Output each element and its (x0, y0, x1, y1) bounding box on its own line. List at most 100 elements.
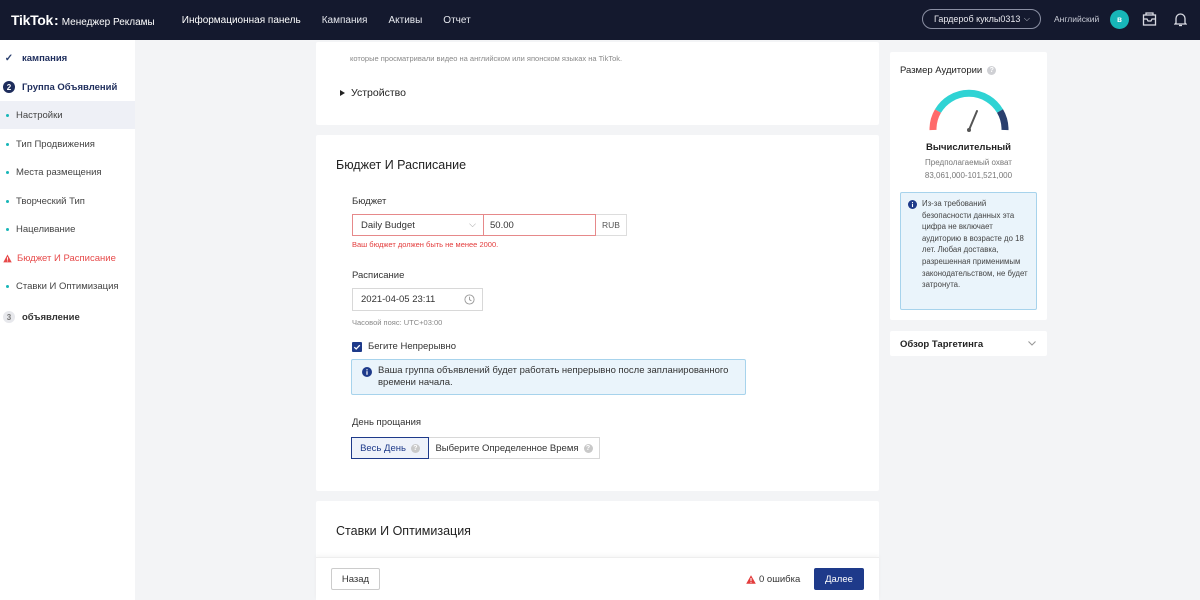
continuous-info-box: Ваша группа объявлений будет работать не… (351, 359, 746, 395)
continuous-info-text: Ваша группа объявлений будет работать не… (378, 365, 729, 388)
run-continuously-label: Бегите Непрерывно (368, 341, 457, 352)
sidebar-item-label: Бюджет И Расписание (17, 252, 116, 264)
step-number: 3 (3, 311, 15, 323)
logo-subtitle: Менеджер Рекламы (61, 17, 155, 28)
section-title: Бюджет И Расписание (336, 158, 467, 172)
targeting-card-tail: которые просматривали видео на английско… (316, 42, 879, 125)
sidebar-item-promotion-type[interactable]: Тип Продвижения (0, 130, 135, 158)
language-note: которые просматривали видео на английско… (350, 54, 623, 63)
sidebar-item-settings[interactable]: Настройки (0, 101, 135, 129)
audience-info-text: Из-за требований безопасности данных эта… (922, 199, 1028, 290)
audience-gauge (929, 89, 1009, 132)
audience-size-title: Размер Аудитории ? (900, 65, 997, 76)
targeting-overview-toggle[interactable]: Обзор Таргетинга (890, 331, 1047, 356)
nav-report[interactable]: Отчет (443, 15, 470, 26)
top-bar: TikTok: Менеджер Рекламы Информационная … (0, 0, 1200, 40)
option-specific-time[interactable]: Выберите Определенное Время ? (429, 437, 600, 459)
audience-size-card: Размер Аудитории ? Вычислительный Предпо… (890, 52, 1047, 320)
main-nav: Информационная панель Кампания Активы От… (182, 15, 492, 26)
sidebar-item-label: Тип Продвижения (16, 138, 95, 150)
info-icon (362, 367, 372, 377)
footer-bar: Назад 0 ошибка Далее (316, 557, 879, 600)
account-selector[interactable]: Гардероб куклы0313 ⌵ (922, 9, 1041, 29)
avatar[interactable]: в (1110, 10, 1129, 29)
bell-icon[interactable] (1171, 10, 1189, 28)
option-all-day[interactable]: Весь День ? (351, 437, 429, 459)
sidebar-item-placements[interactable]: Места размещения (0, 158, 135, 186)
account-name: Гардероб куклы0313 (934, 14, 1021, 24)
sidebar-step-label: кампания (22, 52, 68, 64)
bullet-icon (6, 142, 9, 146)
checkbox-checked-icon (352, 341, 362, 352)
budget-input[interactable] (483, 214, 596, 236)
schedule-label: Расписание (352, 270, 405, 281)
sidebar-item-label: Творческий Тип (16, 195, 85, 207)
budget-schedule-card: Бюджет И Расписание Бюджет Daily Budget … (316, 135, 879, 491)
next-button[interactable]: Далее (814, 568, 864, 590)
sidebar-item-targeting[interactable]: Нацеливание (0, 215, 135, 243)
bullet-icon (6, 113, 9, 117)
option-specific-time-label: Выберите Определенное Время (435, 442, 579, 454)
step-number: 2 (3, 81, 15, 93)
chevron-down-icon: ⌵ (1023, 14, 1030, 23)
caret-right-icon (340, 90, 345, 96)
sidebar-item-creative-type[interactable]: Творческий Тип (0, 187, 135, 215)
logo-separator: : (54, 12, 59, 28)
logo-tiktok: TikTok (11, 12, 54, 28)
sidebar-item-label: Нацеливание (16, 223, 76, 235)
sidebar-item-label: Настройки (16, 109, 63, 121)
section-title: Ставки И Оптимизация (336, 524, 471, 538)
nav-campaign[interactable]: Кампания (322, 15, 368, 26)
sidebar-step-label: Группа Объявлений (22, 81, 118, 93)
info-icon (908, 200, 917, 209)
language-selector[interactable]: Английский (1054, 14, 1099, 24)
dayparting-label: День прощания (352, 417, 422, 428)
sidebar-step-label: объявление (22, 311, 80, 323)
run-continuously-checkbox[interactable]: Бегите Непрерывно (352, 341, 456, 352)
sidebar-item-bidding[interactable]: Ставки И Оптимизация (0, 272, 135, 300)
sidebar-step-ad-group[interactable]: 2 Группа Объявлений (0, 73, 135, 101)
gauge-status: Вычислительный (926, 142, 1011, 153)
budget-label: Бюджет (352, 196, 387, 207)
error-count[interactable]: 0 ошибка (746, 574, 800, 585)
currency-label: RUB (596, 214, 627, 236)
help-icon[interactable]: ? (987, 66, 997, 75)
help-icon: ? (583, 443, 593, 453)
audience-info-box: Из-за требований безопасности данных эта… (900, 192, 1037, 310)
bullet-icon (6, 284, 9, 288)
check-icon: ✓ (4, 52, 14, 64)
sidebar-step-ad[interactable]: 3 объявление (0, 303, 135, 331)
audience-size-label: Размер Аудитории (900, 65, 983, 76)
nav-assets[interactable]: Активы (388, 15, 422, 26)
estimated-reach-value: 83,061,000-101,521,000 (924, 171, 1013, 180)
chevron-down-icon (1028, 341, 1036, 346)
chevron-down-icon: ⌵ (469, 219, 476, 229)
help-icon: ? (410, 443, 420, 453)
estimated-reach-label: Предполагаемый охват (925, 158, 1012, 167)
sidebar-step-campaign[interactable]: ✓ кампания (0, 44, 135, 72)
sidebar-item-budget-schedule[interactable]: Бюджет И Расписание (0, 244, 135, 272)
back-button[interactable]: Назад (331, 568, 380, 590)
sidebar: ✓ кампания 2 Группа Объявлений Настройки… (0, 40, 135, 600)
logo[interactable]: TikTok: Менеджер Рекламы (11, 12, 155, 28)
error-count-label: 0 ошибка (759, 574, 801, 585)
budget-type-value: Daily Budget (361, 219, 415, 231)
timezone-note: Часовой пояс: UTC+03:00 (352, 318, 443, 327)
targeting-overview-title: Обзор Таргетинга (900, 339, 984, 350)
device-label: Устройство (351, 87, 406, 99)
schedule-date-picker[interactable]: 2021-04-05 23:11 (352, 288, 483, 311)
bullet-icon (6, 199, 9, 203)
bullet-icon (6, 170, 9, 174)
warning-icon (3, 253, 12, 262)
budget-error-message: Ваш бюджет должен быть не менее 2000. (352, 240, 499, 249)
bullet-icon (6, 227, 9, 231)
device-toggle[interactable]: Устройство (340, 87, 406, 99)
sidebar-item-label: Места размещения (16, 166, 102, 178)
inbox-icon[interactable] (1140, 10, 1158, 28)
sidebar-item-label: Ставки И Оптимизация (16, 280, 119, 292)
budget-type-select[interactable]: Daily Budget ⌵ (352, 214, 484, 236)
schedule-date-value: 2021-04-05 23:11 (361, 294, 436, 305)
option-all-day-label: Весь День (360, 442, 406, 454)
warning-icon (746, 575, 756, 584)
nav-dashboard[interactable]: Информационная панель (182, 15, 301, 26)
